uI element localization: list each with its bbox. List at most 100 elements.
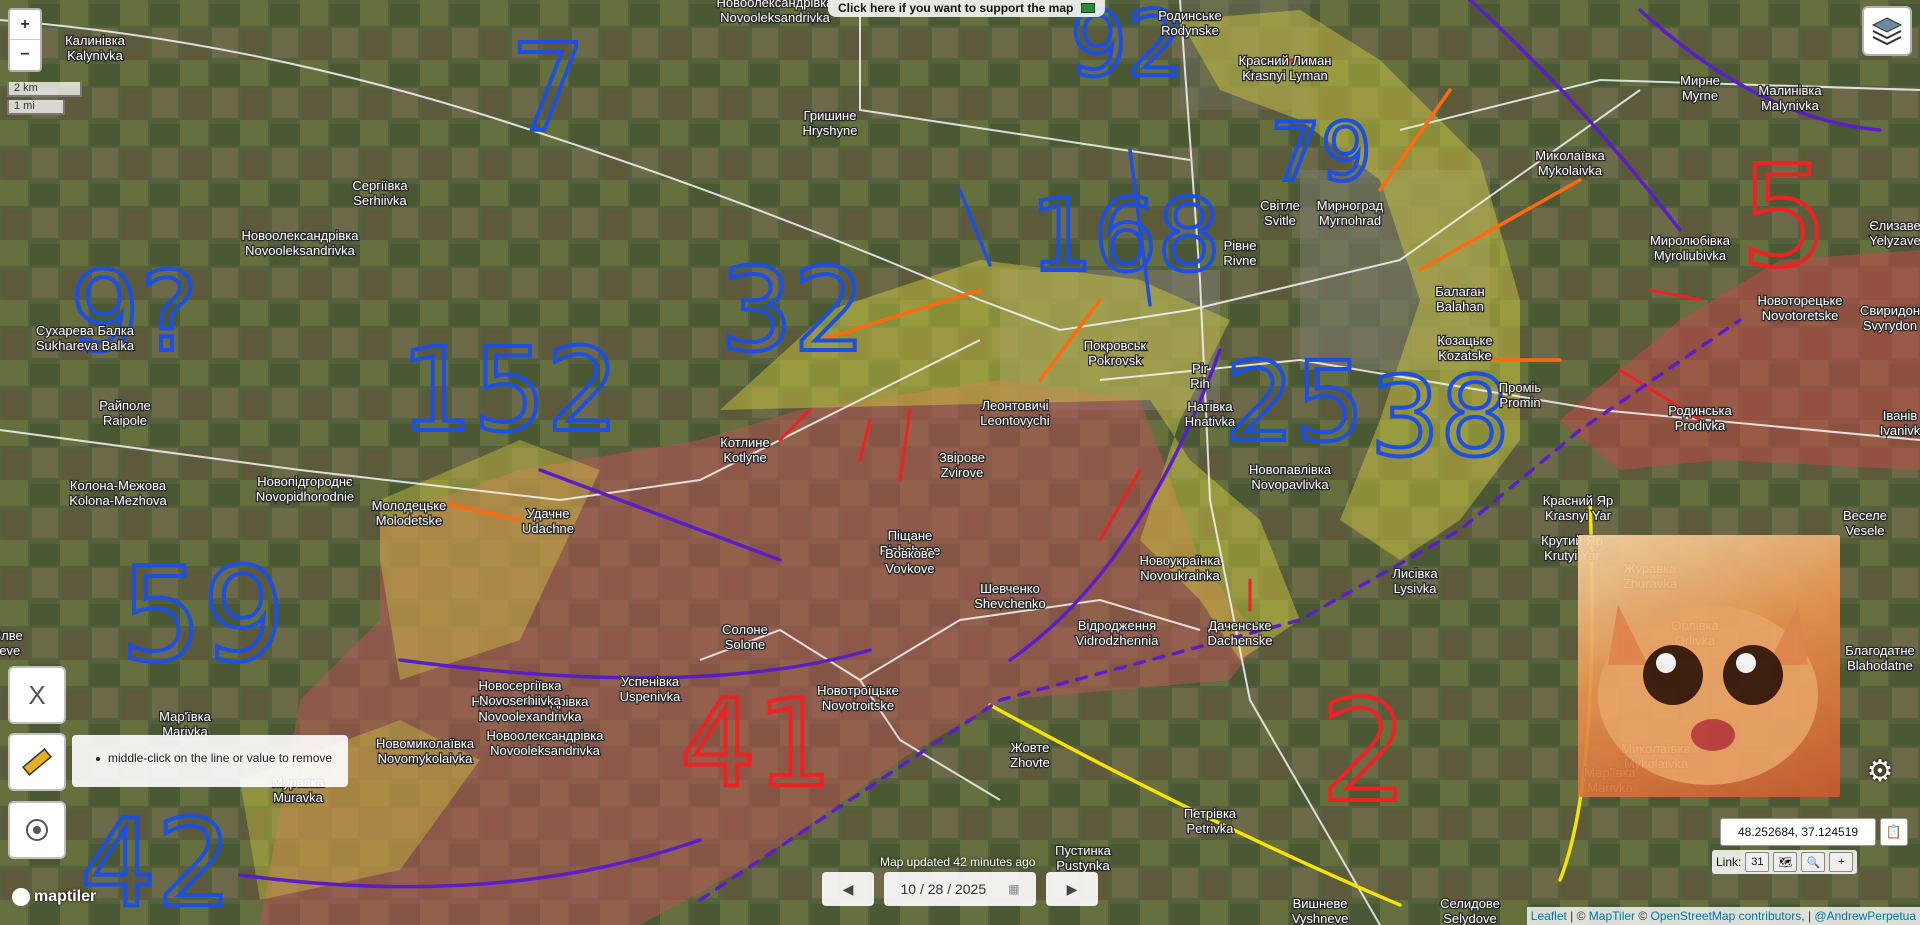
calendar-link-icon[interactable]: 31 bbox=[1745, 852, 1770, 872]
locate-button[interactable] bbox=[8, 801, 66, 859]
clipboard-icon: 📋 bbox=[1885, 824, 1903, 839]
place-label: Котлине bbox=[720, 435, 769, 450]
place-label: Balahan bbox=[1436, 299, 1484, 314]
hand-number: 79 bbox=[1270, 106, 1372, 199]
close-button[interactable]: X bbox=[8, 666, 66, 724]
place-label: Селидове bbox=[1440, 896, 1500, 911]
place-label: Kalynivka bbox=[67, 48, 123, 63]
world-map-icon[interactable]: 🗺 bbox=[1773, 852, 1798, 872]
place-label: Zhovte bbox=[1010, 755, 1050, 770]
place-label: Novotroitske bbox=[822, 698, 894, 713]
crosshair-icon bbox=[26, 819, 48, 841]
place-label: Іванів bbox=[1883, 408, 1918, 423]
place-label: Райполе bbox=[99, 398, 151, 413]
place-label: Злве bbox=[0, 628, 23, 643]
place-label: Kolona-Mezhova bbox=[69, 493, 167, 508]
place-label: Novopidhorodnie bbox=[256, 489, 354, 504]
maptiler-logo[interactable]: maptiler bbox=[12, 888, 96, 906]
place-label: Blahodatne bbox=[1847, 658, 1913, 673]
place-label: Солоне bbox=[722, 622, 768, 637]
place-label: Myroliubivka bbox=[1654, 248, 1727, 263]
osm-link[interactable]: OpenStreetMap contributors bbox=[1651, 909, 1802, 923]
place-label: Pustynka bbox=[1056, 858, 1110, 873]
place-label: Новоукраїнка bbox=[1139, 553, 1221, 568]
place-label: Новотроїцьке bbox=[817, 683, 899, 698]
hand-number: 152 bbox=[400, 324, 620, 458]
place-label: Ieve bbox=[0, 643, 20, 658]
place-label: Єлизаве bbox=[1869, 218, 1920, 233]
place-label: Петрівка bbox=[1184, 806, 1237, 821]
zoom-control: + − bbox=[8, 8, 42, 72]
place-label: Sukhareva Balka bbox=[36, 338, 135, 353]
hand-number: 41 bbox=[680, 675, 833, 814]
date-input[interactable]: 10 / 28 / 2025 ▦ bbox=[884, 872, 1036, 906]
place-label: Myrne bbox=[1682, 88, 1718, 103]
place-label: Молодецьке bbox=[372, 498, 447, 513]
scale-km: 2 km bbox=[7, 82, 82, 97]
place-label: Успенівка bbox=[621, 674, 680, 689]
settings-gear-icon[interactable]: ⚙ bbox=[1856, 747, 1904, 795]
zoom-out-button[interactable]: − bbox=[10, 40, 40, 70]
place-label: Mykolaivka bbox=[1538, 163, 1603, 178]
leaflet-link[interactable]: Leaflet bbox=[1531, 909, 1567, 923]
place-label: Сергіївка bbox=[352, 178, 408, 193]
zoom-in-button[interactable]: + bbox=[10, 10, 40, 40]
place-label: Малинівка bbox=[1758, 83, 1822, 98]
place-label: Svitle bbox=[1264, 213, 1296, 228]
place-label: Новоолександрівка bbox=[717, 0, 835, 10]
place-label: Udachne bbox=[522, 521, 574, 536]
place-label: Vesele bbox=[1845, 523, 1884, 538]
place-label: Красний Яр bbox=[1543, 493, 1613, 508]
place-label: Solone bbox=[725, 637, 765, 652]
copy-coords-button[interactable]: 📋 bbox=[1880, 818, 1908, 846]
attrib-sep: © bbox=[1635, 909, 1651, 923]
hand-number: 168 bbox=[1030, 177, 1221, 294]
hand-number: 2 bbox=[1320, 671, 1409, 834]
date-value: 10 / 28 / 2025 bbox=[900, 881, 987, 897]
place-label: Novotoretske bbox=[1762, 308, 1839, 323]
scale-mi: 1 mi bbox=[7, 100, 65, 115]
place-label: Покровськ bbox=[1084, 338, 1147, 353]
place-label: Даченське bbox=[1208, 618, 1271, 633]
place-label: Hnativka bbox=[1185, 414, 1236, 429]
place-label: Натівка bbox=[1187, 399, 1233, 414]
place-label: Мирне bbox=[1680, 73, 1720, 88]
place-label: Krasnyi Yar bbox=[1545, 508, 1612, 523]
place-label: Pokrovsk bbox=[1088, 353, 1142, 368]
place-label: Лисівка bbox=[1392, 566, 1438, 581]
next-date-button[interactable]: ▶ bbox=[1046, 872, 1098, 906]
place-label: Myrnohrad bbox=[1319, 213, 1381, 228]
place-label: Kotlyne bbox=[723, 450, 766, 465]
search-icon[interactable]: 🔍 bbox=[1801, 852, 1826, 872]
place-label: Yelyzave bbox=[1869, 233, 1920, 248]
place-label: Звірове bbox=[939, 450, 985, 465]
map-updated-text: Map updated 42 minutes ago bbox=[880, 855, 1036, 869]
place-label: Новоторецьке bbox=[1757, 293, 1842, 308]
place-label: Raipole bbox=[103, 413, 147, 428]
place-label: Козацьке bbox=[1437, 333, 1492, 348]
maptiler-link[interactable]: MapTiler bbox=[1589, 909, 1635, 923]
place-label: Krasnyi Lyman bbox=[1242, 68, 1328, 83]
support-banner[interactable]: Click here if you want to support the ma… bbox=[828, 0, 1105, 17]
place-label: Kozatske bbox=[1438, 348, 1491, 363]
ruler-button[interactable] bbox=[8, 733, 66, 791]
place-label: Піщане bbox=[888, 528, 933, 543]
place-label: Проміь bbox=[1499, 380, 1542, 395]
hand-number: 25 bbox=[1225, 338, 1365, 466]
place-label: Vovkove bbox=[885, 561, 934, 576]
place-label: Novoolexandrivka bbox=[478, 709, 582, 724]
place-label: Serhiivka bbox=[353, 193, 407, 208]
calendar-icon[interactable]: ▦ bbox=[1008, 882, 1019, 896]
prev-date-button[interactable]: ◀ bbox=[822, 872, 874, 906]
maptiler-logo-icon bbox=[12, 888, 30, 906]
layers-button[interactable] bbox=[1862, 6, 1912, 56]
place-label: Пустинка bbox=[1055, 843, 1112, 858]
hand-number: 9? bbox=[70, 248, 198, 376]
hand-number: 42 bbox=[80, 795, 233, 925]
plus-icon[interactable]: + bbox=[1829, 852, 1854, 872]
author-link[interactable]: @AndrewPerpetua bbox=[1814, 909, 1916, 923]
coords-field[interactable]: 48.252684, 37.124519 bbox=[1720, 818, 1876, 846]
place-label: Novoukrainka bbox=[1140, 568, 1220, 583]
place-label: Molodetske bbox=[376, 513, 442, 528]
link-label: Link: bbox=[1716, 855, 1742, 869]
